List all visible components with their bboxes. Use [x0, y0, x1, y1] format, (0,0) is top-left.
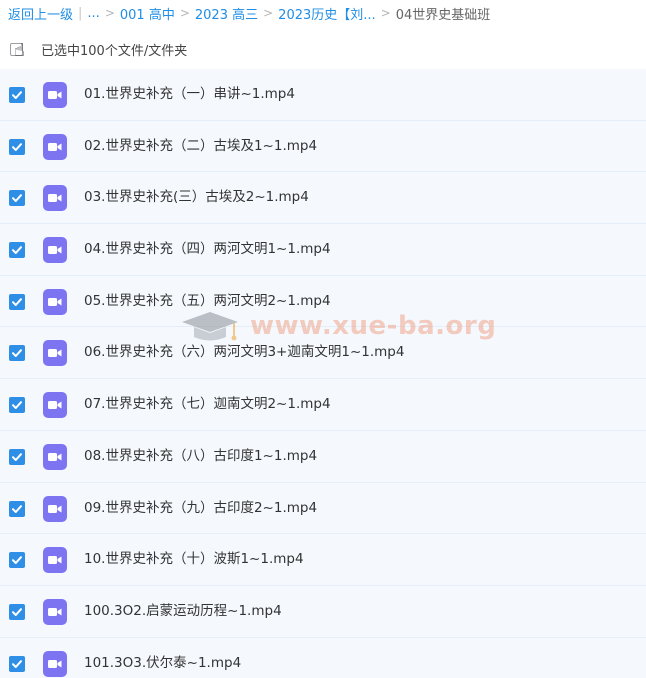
- checkmark-icon: [12, 659, 22, 668]
- file-name[interactable]: 02.世界史补充（二）古埃及1~1.mp4: [84, 121, 317, 172]
- file-row[interactable]: 09.世界史补充（九）古印度2~1.mp4: [0, 482, 646, 535]
- video-file-icon: [43, 82, 67, 108]
- checkmark-icon: [12, 91, 22, 99]
- file-name[interactable]: 101.3O3.伏尔泰~1.mp4: [84, 638, 241, 678]
- checkmark-icon: [12, 349, 22, 358]
- checkmark-icon: [12, 142, 22, 151]
- row-checkbox[interactable]: [9, 655, 25, 672]
- checkmark-icon: [12, 608, 22, 616]
- checkmark-icon: [12, 246, 22, 255]
- breadcrumb-divider: |: [78, 5, 83, 21]
- chevron-right-icon: >: [104, 6, 115, 20]
- file-name[interactable]: 05.世界史补充（五）两河文明2~1.mp4: [84, 276, 331, 327]
- file-row[interactable]: 07.世界史补充（七）迦南文明2~1.mp4: [0, 379, 646, 431]
- file-row[interactable]: 100.3O2.启蒙运动历程~1.mp4: [0, 585, 646, 638]
- row-checkbox[interactable]: [9, 345, 25, 362]
- file-row[interactable]: 10.世界史补充（十）波斯1~1.mp4: [0, 534, 646, 586]
- checkmark-icon: [12, 504, 22, 513]
- video-file-icon: [43, 288, 67, 315]
- file-name[interactable]: 100.3O2.启蒙运动历程~1.mp4: [84, 586, 282, 637]
- file-name[interactable]: 03.世界史补充(三）古埃及2~1.mp4: [84, 172, 309, 223]
- breadcrumb-current: 04世界史基础班: [395, 7, 491, 23]
- file-row[interactable]: 06.世界史补充（六）两河文明3+迦南文明1~1.mp4: [0, 327, 646, 380]
- selection-count-label: 已选中100个文件/文件夹: [41, 43, 188, 59]
- video-file-icon: [43, 392, 67, 419]
- video-file-icon: [43, 547, 67, 574]
- row-checkbox[interactable]: [9, 293, 25, 310]
- video-file-icon: [43, 185, 67, 212]
- video-file-icon: [43, 650, 67, 677]
- video-file-icon: [43, 443, 67, 470]
- file-name[interactable]: 08.世界史补充（八）古印度1~1.mp4: [84, 431, 317, 482]
- file-list: 01.世界史补充（一）串讲~1.mp4 02.世界史补充（二）古埃及1~1.mp4…: [0, 69, 646, 678]
- video-file-icon: [43, 598, 67, 625]
- file-name[interactable]: 04.世界史补充（四）两河文明1~1.mp4: [84, 224, 331, 275]
- checkmark-icon: [12, 556, 22, 565]
- breadcrumb-item-1[interactable]: 001 高中: [120, 4, 175, 23]
- back-link[interactable]: 返回上一级: [8, 4, 73, 23]
- row-checkbox[interactable]: [9, 242, 25, 259]
- video-file-icon: [43, 495, 67, 522]
- row-checkbox[interactable]: [9, 87, 25, 103]
- hand-cursor-icon: ☝: [14, 40, 25, 61]
- breadcrumb-item-2[interactable]: 2023 高三: [195, 4, 258, 23]
- checkmark-icon: [12, 453, 22, 461]
- file-name[interactable]: 09.世界史补充（九）古印度2~1.mp4: [84, 483, 317, 534]
- file-row[interactable]: 08.世界史补充（八）古印度1~1.mp4: [0, 430, 646, 483]
- row-checkbox[interactable]: [9, 138, 25, 155]
- video-file-icon: [43, 133, 67, 160]
- selection-bar: 已选中100个文件/文件夹: [0, 36, 646, 62]
- file-row[interactable]: 101.3O3.伏尔泰~1.mp4: [0, 637, 646, 678]
- checkmark-icon: [12, 194, 22, 203]
- breadcrumb-item-3[interactable]: 2023历史【刘...: [278, 4, 375, 23]
- chevron-right-icon: >: [263, 6, 274, 20]
- file-name[interactable]: 07.世界史补充（七）迦南文明2~1.mp4: [84, 379, 331, 430]
- file-row[interactable]: 05.世界史补充（五）两河文明2~1.mp4: [0, 275, 646, 328]
- row-checkbox[interactable]: [9, 397, 25, 414]
- file-name[interactable]: 01.世界史补充（一）串讲~1.mp4: [84, 69, 295, 120]
- file-row[interactable]: 04.世界史补充（四）两河文明1~1.mp4: [0, 224, 646, 276]
- chevron-right-icon: >: [380, 6, 391, 20]
- checkmark-icon: [12, 401, 22, 410]
- file-row[interactable]: 01.世界史补充（一）串讲~1.mp4: [0, 69, 646, 121]
- video-file-icon: [43, 340, 67, 367]
- row-checkbox[interactable]: [9, 500, 25, 517]
- breadcrumb-ellipsis[interactable]: ...: [87, 6, 99, 21]
- file-row[interactable]: 02.世界史补充（二）古埃及1~1.mp4: [0, 120, 646, 173]
- chevron-right-icon: >: [179, 6, 190, 20]
- file-row[interactable]: 03.世界史补充(三）古埃及2~1.mp4: [0, 172, 646, 225]
- breadcrumb: 返回上一级 | ... > 001 高中 > 2023 高三 > 2023历史【…: [0, 0, 646, 26]
- row-checkbox[interactable]: [9, 603, 25, 620]
- checkmark-icon: [12, 297, 22, 306]
- row-checkbox[interactable]: [9, 552, 25, 569]
- video-file-icon: [43, 237, 67, 264]
- row-checkbox[interactable]: [9, 190, 25, 207]
- file-name[interactable]: 10.世界史补充（十）波斯1~1.mp4: [84, 534, 304, 585]
- file-name[interactable]: 06.世界史补充（六）两河文明3+迦南文明1~1.mp4: [84, 327, 404, 378]
- row-checkbox[interactable]: [9, 448, 25, 465]
